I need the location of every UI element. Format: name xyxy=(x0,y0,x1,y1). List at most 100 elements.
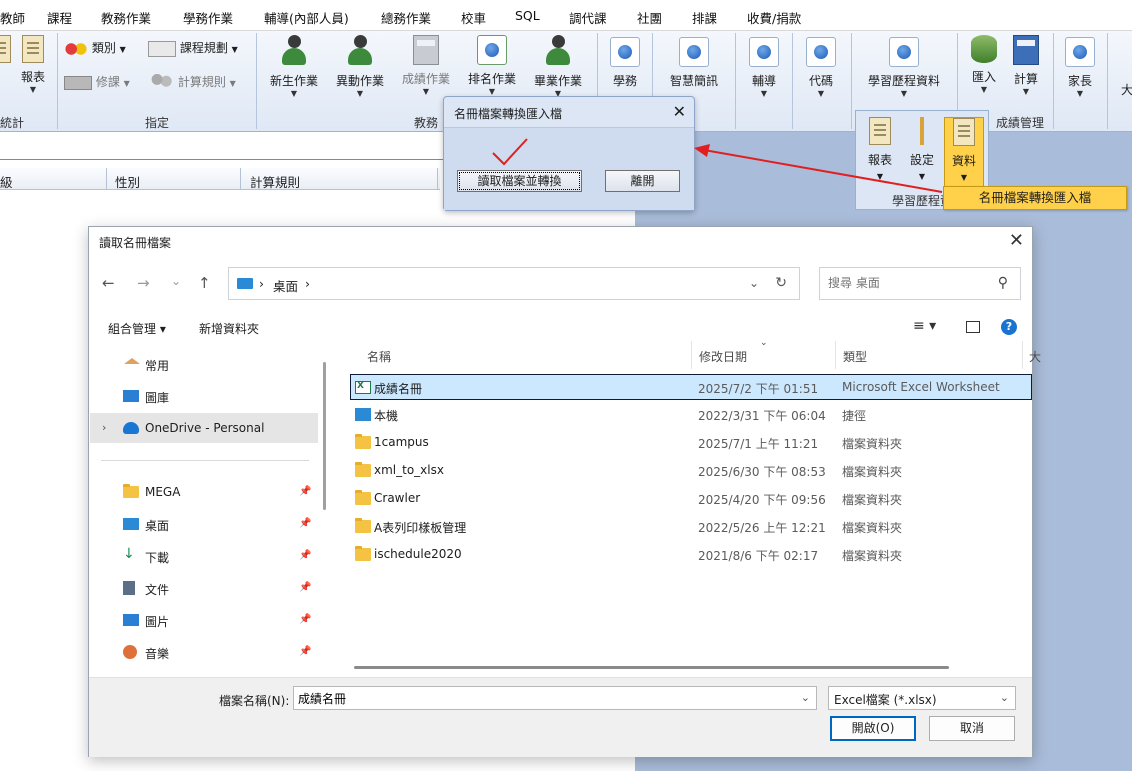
file-row[interactable]: 本機 2022/3/31 下午 06:04 捷徑 xyxy=(351,402,1033,428)
column-calc-rule[interactable]: 計算規則 xyxy=(250,172,300,191)
nav-item-mega[interactable]: MEGA 📌 xyxy=(90,477,318,507)
picture-icon xyxy=(123,614,139,626)
menu-fees[interactable]: 收費/捐款 xyxy=(747,8,801,27)
search-input[interactable] xyxy=(828,276,988,290)
leave-button[interactable]: 離開 xyxy=(605,170,680,192)
student-affairs-button[interactable]: 學務 xyxy=(603,37,647,89)
menu-student-affairs[interactable]: 學務作業 xyxy=(183,8,233,27)
refresh-icon[interactable]: ↻ xyxy=(775,275,787,291)
course-plan-button[interactable]: 課程規劃 ▼ xyxy=(148,39,238,57)
nav-item-pictures[interactable]: 圖片 📌 xyxy=(90,605,318,635)
menu-school-bus[interactable]: 校車 xyxy=(461,8,486,27)
read-convert-button[interactable]: 讀取檔案並轉換 xyxy=(457,170,582,192)
file-row[interactable]: 成績名冊 2025/7/2 下午 01:51 Microsoft Excel W… xyxy=(350,374,1032,400)
arrow-down-circle-icon xyxy=(1065,37,1095,67)
nav-item-home[interactable]: 常用 xyxy=(90,349,318,379)
compute-button[interactable]: 計算 ▼ xyxy=(1006,35,1046,96)
filetype-select[interactable]: Excel檔案 (*.xlsx) ⌄ xyxy=(828,686,1016,710)
nav-item-desktop[interactable]: 桌面 📌 xyxy=(90,509,318,539)
chevron-down-icon[interactable]: ⌄ xyxy=(801,691,810,704)
view-menu-icon[interactable]: ≡ ▾ xyxy=(913,318,936,334)
preview-pane-icon[interactable] xyxy=(966,321,980,333)
new-student-button[interactable]: 新生作業 ▼ xyxy=(266,35,322,98)
pin-icon[interactable]: 📌 xyxy=(299,486,311,497)
file-list: 名稱 修改日期 ⌄ 類型 大 成績名冊 2025/7/2 下午 01:51 Mi… xyxy=(336,338,1041,681)
breadcrumb-desktop[interactable]: 桌面 xyxy=(273,276,298,295)
nav-item-documents[interactable]: 文件 📌 xyxy=(90,573,318,603)
new-folder-button[interactable]: 新增資料夾 xyxy=(199,320,259,337)
chevron-right-icon[interactable]: › xyxy=(102,421,106,434)
rank-button[interactable]: 排名作業 ▼ xyxy=(464,35,520,96)
forward-icon[interactable]: → xyxy=(137,274,150,292)
menu-sql[interactable]: SQL xyxy=(515,8,540,23)
column-name[interactable]: 名稱 xyxy=(367,348,391,365)
parent-button[interactable]: 家長 ▼ xyxy=(1058,37,1102,98)
graduation-button[interactable]: 畢業作業 ▼ xyxy=(530,35,586,98)
help-icon[interactable]: ? xyxy=(1001,319,1017,335)
folder-icon xyxy=(123,484,139,498)
up-folder-icon[interactable]: ↑ xyxy=(198,274,211,292)
menu-club[interactable]: 社團 xyxy=(637,8,662,27)
nav-scrollbar[interactable] xyxy=(323,362,326,510)
menu-course[interactable]: 課程 xyxy=(47,8,72,27)
nav-item-music[interactable]: 音樂 📌 xyxy=(90,637,318,667)
repair-button[interactable]: 修課 ▼ xyxy=(64,73,130,90)
menu-item-roster-convert[interactable]: 名冊檔案轉換匯入檔 xyxy=(943,186,1127,210)
code-button[interactable]: 代碼 ▼ xyxy=(799,37,843,98)
pin-icon[interactable]: 📌 xyxy=(299,582,311,593)
file-row[interactable]: ischedule2020 2021/8/6 下午 02:17 檔案資料夾 xyxy=(351,542,1033,568)
smart-sms-button[interactable]: 智慧簡訊 xyxy=(663,37,725,89)
menu-teacher[interactable]: 教師 xyxy=(0,8,25,27)
open-file-dialog: 讀取名冊檔案 ✕ ← → ⌄ ↑ › 桌面 › ⌄ ↻ ⚲ 組合管理 ▾ 新增資… xyxy=(88,226,1041,757)
column-size[interactable]: 大 xyxy=(1029,348,1041,365)
back-icon[interactable]: ← xyxy=(102,274,115,292)
report-button[interactable]: 報表 ▼ xyxy=(14,35,52,94)
counseling-button[interactable]: 輔導 ▼ xyxy=(742,37,786,98)
import-button[interactable]: 匯入 ▼ xyxy=(964,35,1004,94)
column-modified[interactable]: 修改日期 xyxy=(699,348,747,365)
open-button[interactable]: 開啟(O) xyxy=(830,716,916,741)
column-type[interactable]: 類型 xyxy=(843,348,867,365)
column-grade[interactable]: 級 xyxy=(0,172,13,191)
report-icon xyxy=(22,35,44,63)
menu-scheduling[interactable]: 排課 xyxy=(692,8,717,27)
menu-academic[interactable]: 教務作業 xyxy=(101,8,151,27)
cancel-button[interactable]: 取消 xyxy=(929,716,1015,741)
pin-icon[interactable]: 📌 xyxy=(299,646,311,657)
filename-input[interactable] xyxy=(298,691,778,705)
ribbon-cut-button[interactable] xyxy=(0,35,12,66)
recent-locations-icon[interactable]: ⌄ xyxy=(171,274,181,288)
score-button[interactable]: 成績作業 ▼ xyxy=(398,35,454,96)
transfer-button[interactable]: 異動作業 ▼ xyxy=(332,35,388,98)
chevron-down-icon[interactable]: ⌄ xyxy=(749,276,759,290)
calc-rule-button[interactable]: 計算規則 ▼ xyxy=(148,73,236,92)
dialog-title: 名冊檔案轉換匯入檔 xyxy=(454,107,563,121)
pin-icon[interactable]: 📌 xyxy=(299,550,311,561)
file-dialog-title: 讀取名冊檔案 xyxy=(99,236,172,250)
address-bar[interactable]: › 桌面 › ⌄ ↻ xyxy=(228,267,800,300)
menu-general-affairs[interactable]: 總務作業 xyxy=(381,8,431,27)
file-row[interactable]: A表列印樣板管理 2022/5/26 上午 12:21 檔案資料夾 xyxy=(351,514,1033,540)
learning-history-button[interactable]: 學習歷程資料 ▼ xyxy=(862,37,946,98)
checkmark-icon xyxy=(492,138,528,166)
horizontal-scrollbar[interactable] xyxy=(354,666,949,669)
close-icon[interactable]: ✕ xyxy=(673,102,686,121)
nav-item-downloads[interactable]: ↓ 下載 📌 xyxy=(90,541,318,571)
column-gender[interactable]: 性別 xyxy=(115,172,140,191)
menu-substitute[interactable]: 調代課 xyxy=(569,8,607,27)
pin-icon[interactable]: 📌 xyxy=(299,518,311,529)
category-button[interactable]: 類別 ▼ xyxy=(64,39,126,57)
file-row[interactable]: 1campus 2025/7/1 上午 11:21 檔案資料夾 xyxy=(351,430,1033,456)
file-row[interactable]: xml_to_xlsx 2025/6/30 下午 08:53 檔案資料夾 xyxy=(351,458,1033,484)
organize-button[interactable]: 組合管理 ▾ xyxy=(108,320,166,337)
nav-item-onedrive[interactable]: › OneDrive - Personal xyxy=(90,413,318,443)
ribbon-truncated-button[interactable]: 大 xyxy=(1121,81,1132,98)
menu-counseling[interactable]: 輔導(內部人員) xyxy=(264,8,349,27)
nav-item-gallery[interactable]: 圖庫 xyxy=(90,381,318,411)
popup-data-button[interactable]: 資料 ▼ xyxy=(944,117,984,187)
folder-icon xyxy=(355,434,371,449)
close-icon[interactable]: ✕ xyxy=(1009,230,1024,251)
file-row[interactable]: Crawler 2025/4/20 下午 09:56 檔案資料夾 xyxy=(351,486,1033,512)
chevron-down-icon: ⌄ xyxy=(999,691,1009,704)
pin-icon[interactable]: 📌 xyxy=(299,614,311,625)
